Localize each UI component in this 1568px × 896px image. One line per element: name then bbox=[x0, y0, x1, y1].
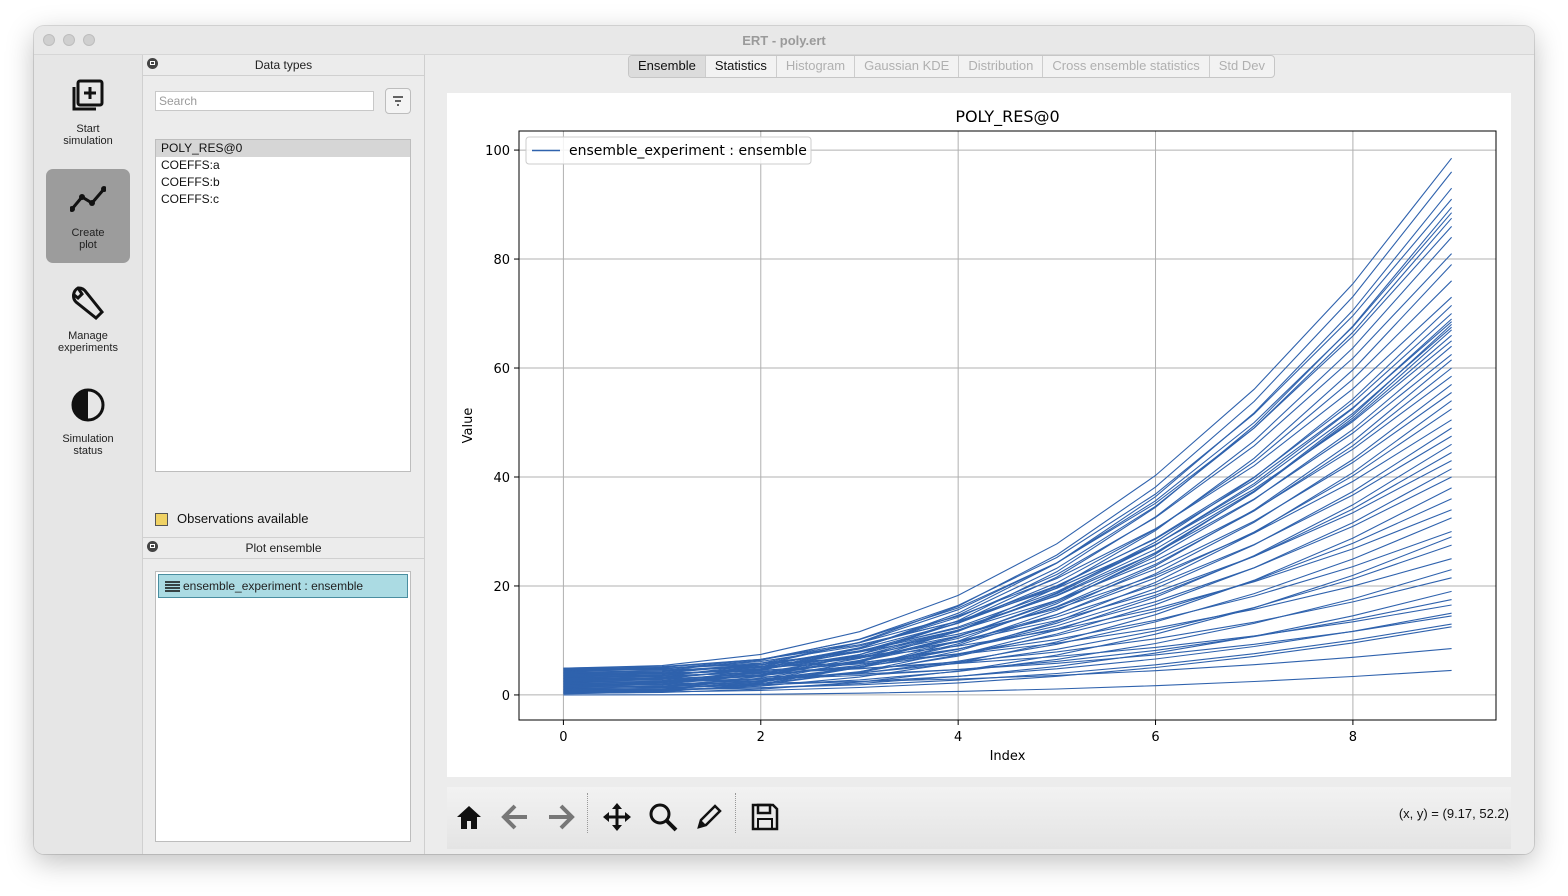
tab-distribution[interactable]: Distribution bbox=[959, 56, 1044, 77]
tab-statistics[interactable]: Statistics bbox=[706, 56, 777, 77]
ensemble-line-chart[interactable]: 0 2 4 6 8020406080100POLY_RES@0IndexValueens… bbox=[447, 93, 1511, 777]
manage-experiments-button[interactable]: Manage experiments bbox=[46, 272, 130, 366]
home-button[interactable] bbox=[453, 801, 485, 833]
y-tick-label: 0 bbox=[502, 689, 510, 704]
tab-std-dev[interactable]: Std Dev bbox=[1210, 56, 1274, 77]
main-area: Ensemble Statistics Histogram Gaussian K… bbox=[425, 55, 1534, 854]
start-simulation-label: Start simulation bbox=[63, 123, 113, 147]
move-icon bbox=[603, 803, 631, 831]
magnifier-icon bbox=[649, 803, 678, 832]
y-tick-label: 80 bbox=[493, 253, 510, 268]
realization-line bbox=[563, 558, 1452, 671]
half-circle-icon bbox=[71, 388, 105, 422]
y-tick-label: 60 bbox=[493, 362, 510, 377]
data-type-item[interactable]: COEFFS:c bbox=[156, 191, 410, 208]
x-axis-label: Index bbox=[990, 749, 1026, 764]
data-type-item[interactable]: COEFFS:b bbox=[156, 174, 410, 191]
ensemble-item[interactable]: ensemble_experiment : ensemble bbox=[158, 574, 408, 598]
drag-handle-icon[interactable] bbox=[165, 581, 180, 592]
forward-button[interactable] bbox=[545, 801, 577, 833]
back-button[interactable] bbox=[499, 801, 531, 833]
create-plot-button[interactable]: Create plot bbox=[46, 169, 130, 263]
filter-icon bbox=[393, 96, 403, 106]
create-plot-label: Create plot bbox=[71, 227, 105, 251]
realization-line bbox=[563, 198, 1453, 674]
realization-line bbox=[563, 435, 1452, 676]
tab-histogram[interactable]: Histogram bbox=[777, 56, 856, 77]
arrow-left-icon bbox=[501, 804, 527, 830]
window-title: ERT - poly.ert bbox=[742, 33, 826, 48]
data-types-title: Data types bbox=[254, 58, 313, 72]
plot-canvas[interactable]: 0 2 4 6 8 0 20 40 60 80 100 POLY_RES@0 Index Value ens… bbox=[447, 93, 1511, 777]
x-tick-label: 2 bbox=[757, 730, 765, 745]
plot-ensemble-title: Plot ensemble bbox=[245, 541, 322, 555]
filter-button[interactable] bbox=[385, 88, 411, 114]
observations-swatch bbox=[155, 513, 168, 526]
data-types-list: POLY_RES@0 COEFFS:a COEFFS:b COEFFS:c bbox=[155, 139, 411, 472]
realization-line bbox=[563, 345, 1452, 686]
y-axis-label: Value bbox=[461, 408, 476, 444]
tab-gaussian-kde[interactable]: Gaussian KDE bbox=[855, 56, 960, 77]
start-simulation-button[interactable]: Start simulation bbox=[46, 65, 130, 159]
edit-axis-button[interactable] bbox=[693, 801, 725, 833]
pan-button[interactable] bbox=[601, 801, 633, 833]
home-icon bbox=[457, 806, 481, 829]
save-icon bbox=[751, 803, 779, 831]
ensemble-item-label: ensemble_experiment : ensemble bbox=[183, 579, 364, 593]
data-types-header: Data types bbox=[143, 55, 424, 76]
plot-ensemble-header: Plot ensemble bbox=[143, 537, 424, 559]
y-tick-label: 40 bbox=[493, 471, 510, 486]
realization-line bbox=[563, 280, 1452, 681]
manage-experiments-label: Manage experiments bbox=[58, 330, 118, 354]
plot-ensemble-list: ensemble_experiment : ensemble bbox=[155, 571, 411, 842]
chart-title: POLY_RES@0 bbox=[955, 107, 1059, 127]
data-type-item[interactable]: COEFFS:a bbox=[156, 157, 410, 174]
cursor-coordinates: (x, y) = (9.17, 52.2) bbox=[1398, 806, 1509, 821]
arrow-right-icon bbox=[549, 804, 575, 830]
simulation-status-label: Simulation status bbox=[62, 433, 114, 457]
x-tick-label: 4 bbox=[954, 730, 962, 745]
search-input[interactable]: Search bbox=[155, 91, 374, 111]
x-tick-label: 8 bbox=[1349, 730, 1357, 745]
realization-line bbox=[563, 329, 1452, 689]
title-bar: ERT - poly.ert bbox=[34, 26, 1534, 55]
tab-ensemble[interactable]: Ensemble bbox=[629, 56, 706, 77]
data-type-item[interactable]: POLY_RES@0 bbox=[156, 140, 410, 157]
pencil-icon bbox=[697, 804, 722, 829]
observations-label: Observations available bbox=[177, 511, 309, 526]
realization-line bbox=[563, 408, 1452, 682]
line-chart-icon bbox=[70, 186, 106, 212]
x-tick-label: 6 bbox=[1151, 730, 1159, 745]
realization-line bbox=[563, 383, 1452, 690]
tab-cross-ensemble-statistics[interactable]: Cross ensemble statistics bbox=[1043, 56, 1210, 77]
realization-line bbox=[563, 419, 1452, 671]
wrench-icon bbox=[72, 286, 105, 320]
add-box-icon bbox=[72, 79, 104, 111]
left-dock-panel: Data types Search POLY_RES@0 COEFFS:a CO… bbox=[143, 55, 425, 854]
y-tick-label: 20 bbox=[493, 580, 510, 595]
plot-type-tabs: Ensemble Statistics Histogram Gaussian K… bbox=[628, 55, 1276, 78]
x-tick-label: 0 bbox=[559, 730, 567, 745]
app-window: ERT - poly.ert Start simulation Create p… bbox=[34, 26, 1534, 854]
toolbar-separator bbox=[735, 793, 737, 833]
plot-toolbar: (x, y) = (9.17, 52.2) bbox=[447, 787, 1511, 849]
realization-line bbox=[563, 460, 1452, 673]
y-tick-label: 100 bbox=[485, 144, 510, 159]
save-figure-button[interactable] bbox=[749, 801, 781, 833]
sidebar: Start simulation Create plot Manage expe… bbox=[34, 55, 143, 854]
toolbar-separator bbox=[587, 793, 589, 833]
simulation-status-button[interactable]: Simulation status bbox=[46, 375, 130, 469]
legend-label: ensemble_experiment : ensemble bbox=[569, 143, 807, 159]
realization-line bbox=[563, 206, 1453, 691]
zoom-button[interactable] bbox=[647, 801, 679, 833]
realization-line bbox=[563, 468, 1452, 688]
